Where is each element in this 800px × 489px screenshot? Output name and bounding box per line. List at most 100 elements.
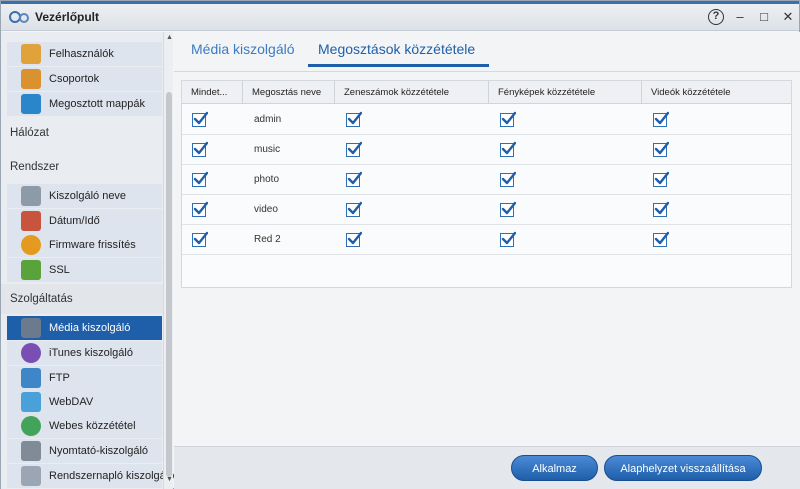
sidebar-item-label: Média kiszolgáló: [49, 322, 131, 334]
checkbox-videos[interactable]: [653, 231, 669, 247]
help-button[interactable]: ?: [708, 9, 724, 25]
title-bar-accent: [1, 1, 799, 4]
sidebar-item-label: Nyomtató-kiszolgáló: [49, 445, 149, 457]
scrollbar-thumb[interactable]: [166, 92, 172, 477]
user-icon: [21, 44, 41, 64]
sidebar-item-firmware-update[interactable]: Firmware frissítés: [7, 233, 162, 257]
checkbox-photos[interactable]: [500, 201, 516, 217]
checkbox-videos[interactable]: [653, 201, 669, 217]
sidebar-section-network[interactable]: Hálózat: [1, 118, 163, 148]
control-panel-icon: [9, 11, 29, 23]
sidebar-item-label: Rendszernapló kiszolgáló: [49, 470, 175, 482]
shared-folder-icon: [21, 94, 41, 114]
printer-icon: [21, 441, 41, 461]
sidebar-item-shared-folders[interactable]: Megosztott mappák: [7, 92, 162, 116]
checkbox-all[interactable]: [192, 141, 208, 157]
sidebar-section-system[interactable]: Rendszer: [1, 152, 163, 182]
sidebar-item-label: FTP: [49, 372, 70, 384]
table-row: photo: [182, 165, 791, 195]
checkbox-all[interactable]: [192, 171, 208, 187]
checkbox-music[interactable]: [346, 141, 362, 157]
sidebar-item-ssl[interactable]: SSL: [7, 258, 162, 282]
itunes-icon: [21, 343, 41, 363]
web-publishing-icon: [21, 416, 41, 436]
checkbox-music[interactable]: [346, 231, 362, 247]
checkbox-all[interactable]: [192, 201, 208, 217]
sidebar-item-ftp[interactable]: FTP: [7, 366, 162, 390]
share-name-cell: admin: [254, 114, 282, 125]
column-header-publish-music[interactable]: Zeneszámok közzététele: [335, 81, 489, 104]
sidebar-item-date-time[interactable]: Dátum/Idő: [7, 209, 162, 233]
group-icon: [21, 69, 41, 89]
checkbox-music[interactable]: [346, 111, 362, 127]
sidebar-scrollbar[interactable]: ▲ ▼: [163, 32, 173, 489]
checkbox-videos[interactable]: [653, 171, 669, 187]
checkbox-videos[interactable]: [653, 111, 669, 127]
table-row: video: [182, 195, 791, 225]
tab-bar: Média kiszolgáló Megosztások közzététele: [174, 32, 800, 72]
window-title: Vezérlőpult: [35, 10, 100, 24]
sidebar: Felhasználók Csoportok Megosztott mappák…: [1, 32, 174, 489]
scroll-down-arrow-icon[interactable]: ▼: [166, 476, 173, 483]
active-tab-indicator: [308, 64, 489, 67]
checkbox-videos[interactable]: [653, 141, 669, 157]
sidebar-item-label: iTunes kiszolgáló: [49, 347, 133, 359]
sidebar-item-groups[interactable]: Csoportok: [7, 67, 162, 91]
sidebar-item-webdav[interactable]: WebDAV: [7, 390, 162, 414]
column-header-select-all[interactable]: Mindet...: [182, 81, 243, 104]
table-row: Red 2: [182, 225, 791, 255]
checkbox-all[interactable]: [192, 231, 208, 247]
share-name-cell: photo: [254, 174, 280, 185]
sidebar-item-label: Dátum/Idő: [49, 215, 100, 227]
share-name-cell: Red 2: [254, 234, 281, 245]
share-publishing-table: Mindet... Megosztás neve Zeneszámok közz…: [181, 80, 792, 288]
sidebar-item-label: SSL: [49, 264, 70, 276]
footer-bar: Alkalmaz Alaphelyzet visszaállítása: [174, 446, 800, 489]
tab-share-publishing[interactable]: Megosztások közzététele: [318, 41, 475, 57]
sidebar-item-label: WebDAV: [49, 396, 94, 408]
media-server-icon: [21, 318, 41, 338]
ftp-icon: [21, 368, 41, 388]
control-panel-window: Vezérlőpult ? – □ ✕ Felhasználók Csoport…: [0, 0, 800, 489]
sidebar-item-media-server[interactable]: Média kiszolgáló: [7, 316, 162, 340]
sidebar-item-label: Megosztott mappák: [49, 98, 145, 110]
table-row: music: [182, 135, 791, 165]
column-header-publish-videos[interactable]: Videók közzététele: [642, 81, 791, 104]
maximize-button[interactable]: □: [756, 9, 772, 25]
column-header-publish-photos[interactable]: Fényképek közzététele: [489, 81, 642, 104]
checkbox-music[interactable]: [346, 171, 362, 187]
calendar-icon: [21, 211, 41, 231]
ssl-certificate-icon: [21, 260, 41, 280]
webdav-icon: [21, 392, 41, 412]
checkbox-music[interactable]: [346, 201, 362, 217]
sidebar-item-syslog-server[interactable]: Rendszernapló kiszolgáló: [7, 464, 174, 488]
column-header-share-name[interactable]: Megosztás neve: [243, 81, 335, 104]
tab-media-server[interactable]: Média kiszolgáló: [191, 41, 295, 57]
sidebar-item-itunes-server[interactable]: iTunes kiszolgáló: [7, 341, 162, 365]
sidebar-item-label: Webes közzététel: [49, 420, 136, 432]
checkbox-photos[interactable]: [500, 171, 516, 187]
checkbox-photos[interactable]: [500, 111, 516, 127]
sidebar-item-web-publishing[interactable]: Webes közzététel: [7, 414, 162, 438]
share-name-cell: music: [254, 144, 281, 155]
scroll-up-arrow-icon[interactable]: ▲: [166, 34, 173, 41]
server-name-icon: [21, 186, 41, 206]
sidebar-item-label: Kiszolgáló neve: [49, 190, 127, 202]
sidebar-item-server-name[interactable]: Kiszolgáló neve: [7, 184, 162, 208]
apply-button[interactable]: Alkalmaz: [511, 455, 598, 481]
sidebar-item-label: Firmware frissítés: [49, 239, 136, 251]
syslog-icon: [21, 466, 41, 486]
reset-defaults-button[interactable]: Alaphelyzet visszaállítása: [604, 455, 762, 481]
table-row: admin: [182, 105, 791, 135]
sidebar-section-services[interactable]: Szolgáltatás: [1, 284, 163, 314]
minimize-button[interactable]: –: [732, 9, 748, 25]
checkbox-all[interactable]: [192, 111, 208, 127]
sidebar-item-label: Csoportok: [49, 73, 100, 85]
sidebar-item-label: Felhasználók: [49, 48, 114, 60]
checkbox-photos[interactable]: [500, 141, 516, 157]
main-panel: Média kiszolgáló Megosztások közzététele…: [174, 32, 800, 489]
close-button[interactable]: ✕: [780, 9, 796, 25]
sidebar-item-printer-server[interactable]: Nyomtató-kiszolgáló: [7, 439, 162, 463]
checkbox-photos[interactable]: [500, 231, 516, 247]
sidebar-item-users[interactable]: Felhasználók: [7, 42, 162, 66]
